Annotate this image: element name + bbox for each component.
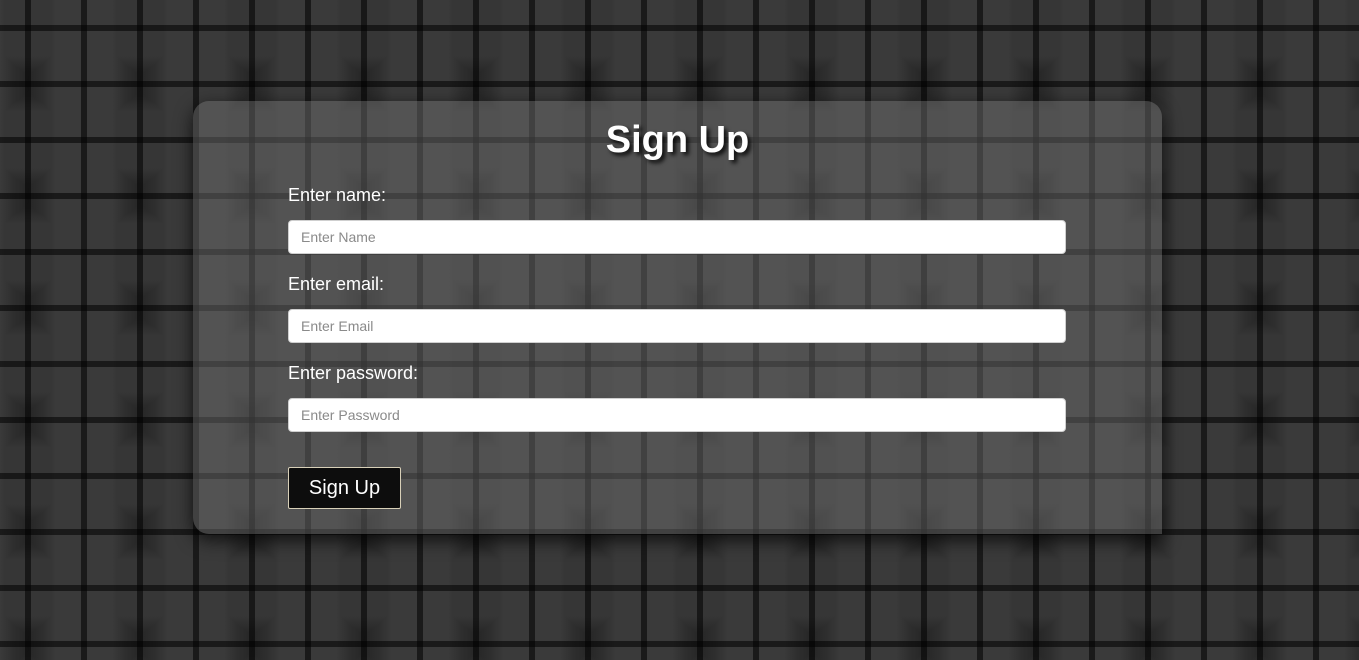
- email-input[interactable]: [288, 309, 1066, 343]
- sign-up-button[interactable]: Sign Up: [288, 467, 401, 509]
- name-input[interactable]: [288, 220, 1066, 254]
- page-title: Sign Up: [605, 119, 750, 161]
- email-label: Enter email:: [288, 274, 385, 294]
- signup-card: Sign Up Enter name: Enter email: Enter p…: [193, 101, 1162, 534]
- password-label: Enter password:: [288, 363, 419, 383]
- password-input[interactable]: [288, 398, 1066, 432]
- name-label: Enter name:: [288, 185, 387, 205]
- page-background: { "form": { "title": "Sign Up", "fields"…: [0, 0, 1359, 660]
